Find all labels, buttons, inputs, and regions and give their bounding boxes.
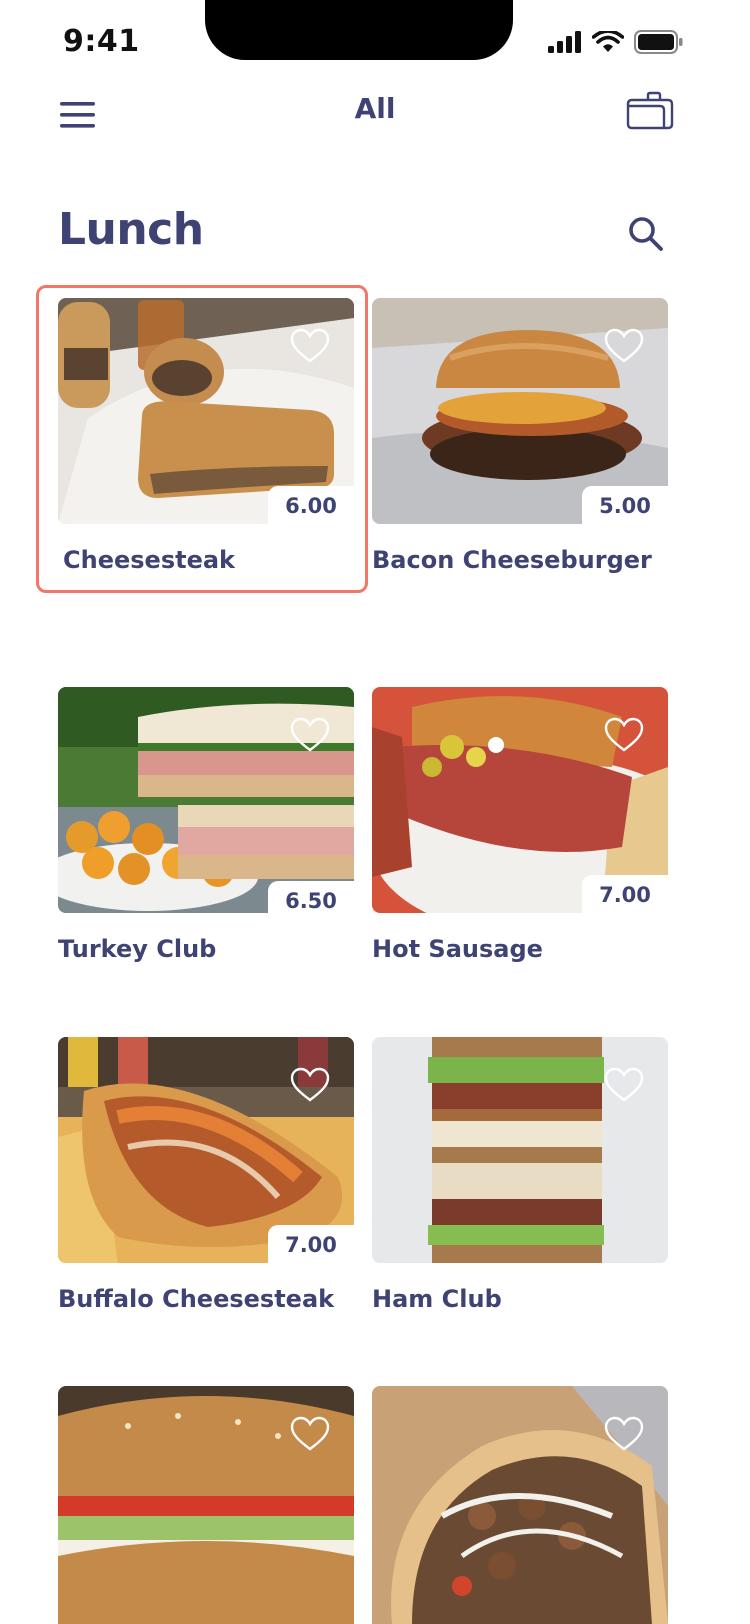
heart-icon <box>604 717 644 752</box>
search-button[interactable] <box>626 214 666 254</box>
favorite-button[interactable] <box>604 1416 644 1452</box>
favorite-button[interactable] <box>290 717 330 753</box>
menu-item-card[interactable]: Ham Club <box>372 1037 668 1327</box>
menu-item-card[interactable]: 6.50 Turkey Club <box>58 687 354 977</box>
item-name: Bacon Cheeseburger <box>372 546 652 574</box>
price-tag: 7.00 <box>268 1225 354 1265</box>
price-tag: 6.00 <box>268 486 354 526</box>
favorite-button[interactable] <box>290 1067 330 1103</box>
status-bar: 9:41 <box>0 0 750 88</box>
heart-icon <box>604 328 644 363</box>
item-name: Turkey Club <box>58 935 217 963</box>
basket-icon <box>626 91 674 130</box>
item-name: Buffalo Cheesesteak <box>58 1285 335 1313</box>
item-name: Hot Sausage <box>372 935 543 963</box>
favorite-button[interactable] <box>604 717 644 753</box>
item-name: Ham Club <box>372 1285 502 1313</box>
heart-icon <box>604 1416 644 1451</box>
favorite-button[interactable] <box>290 328 330 364</box>
favorite-button[interactable] <box>290 1416 330 1452</box>
top-nav: All <box>0 88 750 148</box>
device-notch <box>205 0 513 60</box>
heart-icon <box>290 328 330 363</box>
search-icon <box>629 217 663 251</box>
menu-item-card[interactable]: 5.00 Bacon Cheeseburger <box>372 298 668 588</box>
menu-item-card[interactable]: 6.00 Cheesesteak <box>58 298 354 588</box>
heart-icon <box>290 1416 330 1451</box>
heart-icon <box>290 1067 330 1102</box>
heart-icon <box>290 717 330 752</box>
battery-icon <box>634 30 683 54</box>
menu-item-card[interactable]: 7.00 Hot Sausage <box>372 687 668 977</box>
status-time: 9:41 <box>63 24 140 59</box>
price-tag: 7.00 <box>582 875 668 915</box>
wifi-icon <box>592 31 624 52</box>
menu-item-card[interactable]: 7.00 Buffalo Cheesesteak <box>58 1037 354 1327</box>
favorite-button[interactable] <box>604 1067 644 1103</box>
favorite-button[interactable] <box>604 328 644 364</box>
price-tag: 6.50 <box>268 881 354 921</box>
section-title: Lunch <box>58 204 204 255</box>
menu-item-card[interactable] <box>58 1386 354 1624</box>
price-tag: 5.00 <box>582 486 668 526</box>
cellular-signal-icon <box>548 31 581 53</box>
basket-button[interactable] <box>624 90 676 134</box>
item-name: Cheesesteak <box>63 546 236 574</box>
status-icons <box>548 30 684 54</box>
menu-item-card[interactable] <box>372 1386 668 1624</box>
heart-icon <box>604 1067 644 1102</box>
